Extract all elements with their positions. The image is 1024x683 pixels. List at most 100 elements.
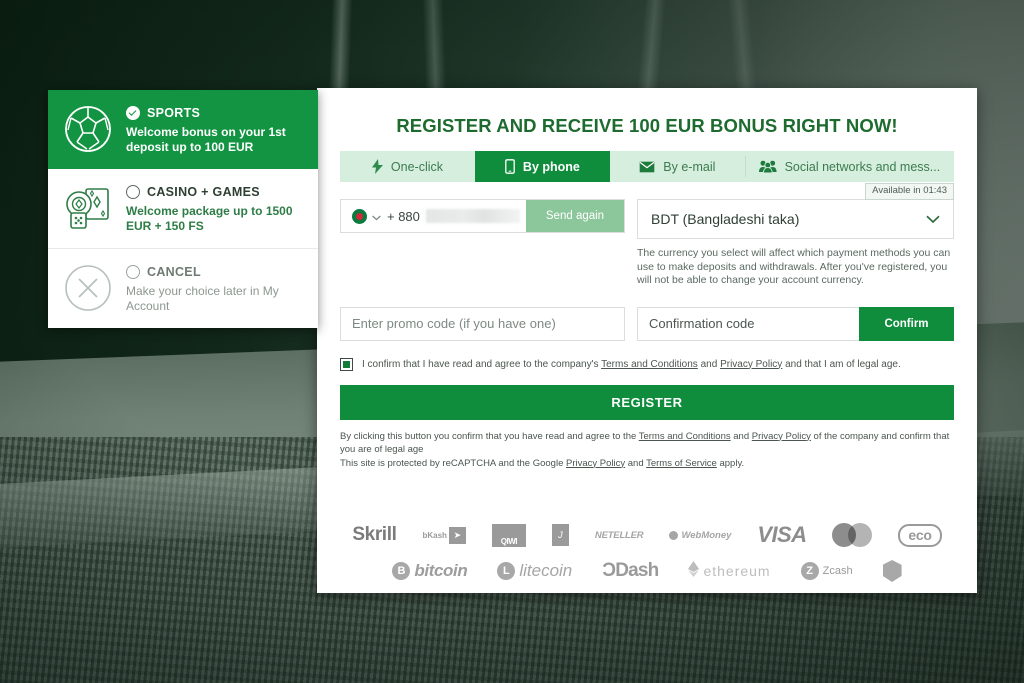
payment-logo-neteller: NETELLER [594, 529, 644, 541]
agreement-row: I confirm that I have read and agree to … [340, 357, 954, 371]
choice-item-sports[interactable]: SPORTS Welcome bonus on your 1st deposit… [48, 90, 318, 169]
choice-title-casino: CASINO + GAMES [147, 185, 260, 199]
tab-by-email[interactable]: By e-mail [610, 151, 745, 182]
confirmation-code-input[interactable]: Confirmation code [637, 306, 859, 341]
confirm-button[interactable]: Confirm [859, 306, 954, 341]
terms-link[interactable]: Terms and Conditions [601, 359, 698, 370]
phone-currency-row: Available in 01:43 + 880 Send again BDT … [340, 183, 954, 288]
envelope-icon [639, 161, 655, 173]
ethereum-diamond-icon [688, 560, 700, 582]
payment-logo-nem [882, 560, 902, 582]
legal-disclaimer: By clicking this button you confirm that… [340, 430, 954, 471]
promo-column: Enter promo code (if you have one) [340, 306, 625, 341]
promo-code-input[interactable]: Enter promo code (if you have one) [340, 306, 625, 341]
tab-by-phone-label: By phone [522, 159, 580, 174]
payment-logo-visa: VISA [757, 522, 807, 547]
lightning-bolt-icon [371, 159, 383, 174]
page-title: REGISTER AND RECEIVE 100 EUR BONUS RIGHT… [396, 115, 898, 136]
privacy-link[interactable]: Privacy Policy [720, 359, 782, 370]
phone-country-code: + 880 [387, 208, 420, 224]
legal-terms-link[interactable]: Terms and Conditions [639, 431, 731, 442]
payment-logo-qiwi: QIWI [491, 523, 526, 547]
confirmation-column: Confirmation code Confirm [637, 306, 954, 341]
legal-1a: By clicking this button you confirm that… [340, 430, 639, 442]
payment-logo-dash: ƆDash [602, 560, 659, 581]
agreement-checkbox[interactable] [340, 357, 353, 371]
tab-one-click[interactable]: One-click [340, 151, 475, 182]
agreement-mid: and [697, 358, 721, 370]
tab-by-email-label: By e-mail [663, 159, 716, 174]
google-terms-link[interactable]: Terms of Service [646, 458, 717, 469]
choice-title-cancel: CANCEL [147, 265, 201, 279]
phone-input-group[interactable]: + 880 Send again [340, 199, 625, 233]
choice-desc-sports: Welcome bonus on your 1st deposit up to … [126, 125, 286, 154]
legal-2c: apply. [716, 457, 745, 469]
radio-casino[interactable] [126, 185, 140, 199]
payment-logo-webmoney: WebMoney [669, 530, 731, 541]
webmoney-circle-icon [669, 530, 679, 540]
bonus-choice-panel: SPORTS Welcome bonus on your 1st deposit… [48, 90, 318, 328]
agreement-text: I confirm that I have read and agree to … [362, 358, 901, 371]
tab-one-click-label: One-click [390, 159, 444, 174]
legal-privacy-link[interactable]: Privacy Policy [752, 431, 811, 442]
country-selector[interactable] [341, 208, 387, 224]
payment-logo-skrill: Skrill [352, 524, 397, 545]
football-icon [60, 104, 116, 154]
chevron-down-icon [926, 211, 940, 227]
choice-item-casino[interactable]: CASINO + GAMES Welcome package up to 150… [48, 169, 318, 248]
legal-2a: This site is protected by reCAPTCHA and … [340, 457, 566, 469]
payment-logo-jeton: J [551, 524, 569, 546]
tab-social-networks-label: Social networks and mess... [784, 159, 941, 174]
promo-confirmation-row: Enter promo code (if you have one) Confi… [340, 306, 954, 341]
mastercard-circles-icon [832, 523, 873, 547]
radio-cancel[interactable] [126, 265, 140, 279]
payment-logo-zcash: Z Zcash [800, 562, 853, 580]
legal-line-1: By clicking this button you confirm that… [340, 430, 954, 457]
bangladesh-flag-icon [352, 208, 367, 224]
currency-select-value: BDT (Bangladeshi taka) [651, 211, 800, 227]
tab-by-phone[interactable]: By phone [474, 151, 610, 182]
choice-title-sports: SPORTS [147, 106, 201, 120]
choice-desc-cancel: Make your choice later in My Account [126, 284, 279, 313]
bkash-arrow-icon: ➤ [448, 526, 466, 544]
bitcoin-coin-icon: B [392, 562, 411, 580]
currency-hint: The currency you select will affect whic… [637, 247, 951, 286]
tab-social-networks[interactable]: Social networks and mess... [744, 151, 954, 182]
payment-logo-litecoin: Llitecoin [497, 561, 572, 581]
choice-desc-casino: Welcome package up to 1500 EUR + 150 FS [126, 204, 293, 233]
cancel-x-icon [60, 263, 116, 313]
payment-row-2: Bbitcoin Llitecoin ƆDash ethereum Z Zcash [347, 553, 947, 589]
litecoin-coin-icon: L [497, 562, 516, 580]
google-privacy-link[interactable]: Privacy Policy [566, 458, 625, 469]
agreement-prefix: I confirm that I have read and agree to … [362, 358, 602, 370]
currency-select[interactable]: BDT (Bangladeshi taka) [637, 199, 954, 239]
phone-column: Available in 01:43 + 880 Send again [340, 183, 954, 288]
register-button[interactable]: REGISTER [340, 384, 954, 420]
payment-methods-section: Skrill bKash ➤ QIWI J NETELLER WebMoney V… [317, 505, 977, 593]
nem-shield-icon [882, 560, 902, 582]
mobile-phone-icon [505, 159, 515, 174]
payment-row-1: Skrill bKash ➤ QIWI J NETELLER WebMoney V… [347, 517, 947, 553]
payment-logo-ecopayz: eco [898, 523, 942, 547]
zcash-coin-icon: Z [800, 562, 819, 580]
send-again-button[interactable]: Send again [526, 200, 624, 232]
registration-method-tabs: One-click By phone By e-mail Social netw… [340, 151, 954, 182]
agreement-suffix: and that I am of legal age. [782, 358, 901, 370]
payment-logo-bitcoin: Bbitcoin [392, 561, 468, 581]
legal-2b: and [625, 457, 647, 469]
registration-form: Available in 01:43 + 880 Send again BDT … [317, 182, 977, 470]
resend-timer-tooltip: Available in 01:43 [865, 183, 954, 200]
legal-line-2: This site is protected by reCAPTCHA and … [340, 457, 954, 471]
phone-number-input[interactable] [425, 209, 520, 223]
payment-logo-bkash: bKash ➤ [422, 526, 466, 544]
casino-chips-cards-icon [60, 183, 116, 233]
people-group-icon [758, 160, 777, 173]
payment-logo-ethereum: ethereum [688, 560, 770, 582]
payment-logo-mastercard [832, 523, 873, 547]
radio-sports[interactable] [126, 106, 140, 120]
legal-1b: and [730, 430, 752, 442]
chevron-down-icon [372, 209, 381, 224]
currency-column: BDT (Bangladeshi taka) The currency you … [637, 199, 954, 288]
confirmation-group: Confirmation code Confirm [637, 306, 954, 341]
choice-item-cancel[interactable]: CANCEL Make your choice later in My Acco… [48, 248, 318, 328]
